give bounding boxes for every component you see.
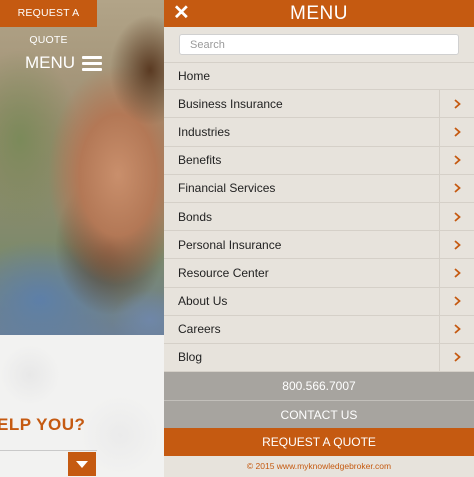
- chevron-right-icon[interactable]: [439, 202, 474, 231]
- chevron-right-icon[interactable]: [439, 343, 474, 372]
- menu-item-label: Careers: [178, 322, 221, 337]
- menu-item[interactable]: Blog: [164, 343, 474, 373]
- menu-item[interactable]: Resource Center: [164, 259, 474, 288]
- menu-item[interactable]: About Us: [164, 287, 474, 316]
- menu-item-label: Benefits: [178, 153, 222, 168]
- menu-item-label: Bonds: [178, 209, 213, 224]
- chevron-right-icon[interactable]: [439, 146, 474, 174]
- background-page: REQUEST A QUOTE MENU ELP YOU?: [0, 0, 164, 477]
- menu-header: MENU ✕: [164, 0, 474, 27]
- copyright-text: © 2015 www.myknowledgebroker.com: [246, 461, 392, 472]
- search-input[interactable]: [179, 34, 459, 55]
- chevron-right-icon[interactable]: [439, 174, 474, 202]
- search-bar: [164, 27, 474, 62]
- menu-item-label: Financial Services: [178, 181, 276, 196]
- menu-item[interactable]: Industries: [164, 118, 474, 147]
- menu-item[interactable]: Business Insurance: [164, 90, 474, 119]
- dropdown-button[interactable]: [68, 452, 96, 476]
- request-quote-button[interactable]: REQUEST A QUOTE: [0, 0, 97, 46]
- menu-item[interactable]: Personal Insurance: [164, 231, 474, 260]
- chevron-right-icon[interactable]: [439, 118, 474, 146]
- caret-down-icon: [76, 460, 88, 468]
- menu-item-label: Home: [178, 69, 211, 84]
- chevron-right-icon[interactable]: [439, 231, 474, 259]
- menu-item-label: About Us: [178, 294, 228, 309]
- help-heading: ELP YOU?: [0, 415, 86, 434]
- hero-image: [0, 0, 164, 335]
- menu-item-label: Business Insurance: [178, 96, 283, 111]
- menu-toggle-button[interactable]: MENU: [25, 53, 103, 73]
- chevron-right-icon[interactable]: [439, 287, 474, 315]
- menu-item[interactable]: Home: [164, 62, 474, 91]
- menu-item-label: Industries: [178, 124, 231, 139]
- close-icon[interactable]: ✕: [173, 2, 190, 24]
- chevron-right-icon[interactable]: [439, 315, 474, 343]
- menu-item-label: Personal Insurance: [178, 237, 282, 252]
- menu-item-label: Blog: [178, 350, 203, 365]
- menu-list: Home Business Insurance Industries Benefits…: [164, 62, 474, 373]
- menu-toggle-label: MENU: [25, 53, 76, 72]
- phone-link[interactable]: 800.566.7007: [164, 372, 474, 401]
- menu-title: MENU: [290, 3, 348, 24]
- hamburger-icon: [82, 55, 103, 71]
- contact-us-link[interactable]: CONTACT US: [164, 400, 474, 429]
- menu-item[interactable]: Bonds: [164, 202, 474, 232]
- select-underline: [0, 450, 97, 451]
- menu-request-quote-button[interactable]: REQUEST A QUOTE: [164, 428, 474, 457]
- menu-panel: MENU ✕ Home Business Insurance Industries B…: [164, 0, 474, 477]
- menu-item-label: Resource Center: [178, 265, 269, 280]
- chevron-right-icon[interactable]: [439, 90, 474, 118]
- menu-item[interactable]: Careers: [164, 315, 474, 344]
- menu-item[interactable]: Financial Services: [164, 174, 474, 203]
- menu-item[interactable]: Benefits: [164, 146, 474, 175]
- chevron-right-icon[interactable]: [439, 259, 474, 287]
